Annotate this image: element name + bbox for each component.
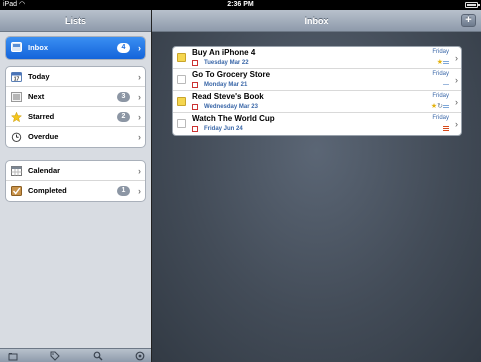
task-due: Friday [432,49,449,55]
chevron-right-icon: › [455,75,458,85]
status-bar: iPad ◠ 2:36 PM [0,0,481,10]
chevron-right-icon: › [455,97,458,107]
folders-icon[interactable] [8,351,18,361]
task-checkbox[interactable] [177,119,186,128]
search-icon[interactable] [93,351,103,361]
priority-none-icon [443,83,449,85]
task-title: Go To Grocery Store [192,70,271,79]
chevron-right-icon: › [455,119,458,129]
lists-nav-bar: Lists [0,10,151,32]
lists-group-smart: 17 Today › Next 3 › Starred 2 › Overdue [5,66,146,148]
list-item-label: Today [28,72,50,81]
chevron-right-icon: › [455,53,458,63]
count-badge: 1 [117,186,130,196]
calendar-day-icon: 17 [11,72,22,83]
task-checkbox[interactable] [177,53,186,62]
list-item-completed[interactable]: Completed 1 › [6,181,145,201]
list-item-inbox[interactable]: Inbox 4 › [6,37,145,59]
task-row[interactable]: Watch The World Cup Friday Jun 24 Friday… [173,113,461,135]
priority-low-icon [443,60,449,64]
list-item-today[interactable]: 17 Today › [6,67,145,87]
chevron-right-icon: › [138,112,141,122]
tag-icon[interactable] [50,351,60,361]
count-badge: 3 [117,92,130,102]
calendar-icon [11,166,22,176]
calendar-icon [192,60,198,66]
star-icon [10,111,23,123]
inbox-nav-bar: Inbox + [152,10,481,32]
task-title: Read Steve's Book [192,92,264,101]
lists-title: Lists [64,16,86,26]
alarm-clock-icon [11,132,22,142]
task-list: Buy An iPhone 4 Tuesday Mar 22 Friday ★ … [172,46,462,136]
task-checkbox[interactable] [177,97,186,106]
task-flags: ★ [437,58,449,67]
settings-icon[interactable] [135,351,145,361]
list-item-starred[interactable]: Starred 2 › [6,107,145,127]
task-checkbox[interactable] [177,75,186,84]
chevron-right-icon: › [138,92,141,102]
task-row[interactable]: Go To Grocery Store Monday Mar 21 Friday… [173,69,461,91]
chevron-right-icon: › [138,166,141,176]
task-title: Watch The World Cup [192,114,275,123]
calendar-icon [192,82,198,88]
task-date: Monday Mar 21 [204,82,248,88]
svg-text:17: 17 [14,77,20,82]
lists-toolbar [0,348,151,362]
chevron-right-icon: › [138,132,141,142]
list-item-label: Next [28,92,45,101]
task-flags [443,80,449,89]
task-row[interactable]: Read Steve's Book Wednesday Mar 23 Frida… [173,91,461,113]
list-item-label: Overdue [28,132,59,141]
checkmark-notebook-icon [11,186,22,196]
lists-group-inbox: Inbox 4 › [5,36,146,60]
list-item-label: Completed [28,186,67,195]
chevron-right-icon: › [138,43,141,53]
count-badge: 4 [117,43,130,53]
priority-high-icon [443,125,449,131]
task-date: Friday Jun 24 [204,126,243,132]
list-item-label: Starred [28,112,55,121]
task-title: Buy An iPhone 4 [192,48,256,57]
lists-group-other: Calendar › Completed 1 › [5,160,146,202]
task-due: Friday [432,71,449,77]
task-date: Tuesday Mar 22 [204,60,249,66]
list-item-label: Inbox [28,43,48,52]
calendar-icon [192,104,198,110]
clock: 2:36 PM [227,1,254,8]
task-flags [443,124,449,133]
count-badge: 2 [117,112,130,122]
inbox-tray-icon [11,42,22,52]
chevron-right-icon: › [138,72,141,82]
task-row[interactable]: Buy An iPhone 4 Tuesday Mar 22 Friday ★ … [173,47,461,69]
inbox-pane: Inbox + Buy An iPhone 4 Tuesday Mar 22 F… [152,10,481,362]
lists-pane: Lists Inbox 4 › 17 Today › Next 3 › Star… [0,10,151,362]
priority-low-icon [443,104,449,108]
list-lines-icon [11,92,22,102]
calendar-icon [192,126,198,132]
list-item-next[interactable]: Next 3 › [6,87,145,107]
battery-icon [465,2,480,8]
add-task-button[interactable]: + [461,14,476,27]
task-date: Wednesday Mar 23 [204,104,258,110]
chevron-right-icon: › [138,186,141,196]
list-item-overdue[interactable]: Overdue › [6,127,145,147]
list-item-calendar[interactable]: Calendar › [6,161,145,181]
task-flags: ★↻ [431,102,449,111]
task-due: Friday [432,115,449,121]
task-due: Friday [432,93,449,99]
list-item-label: Calendar [28,166,61,175]
inbox-title: Inbox [304,16,329,26]
